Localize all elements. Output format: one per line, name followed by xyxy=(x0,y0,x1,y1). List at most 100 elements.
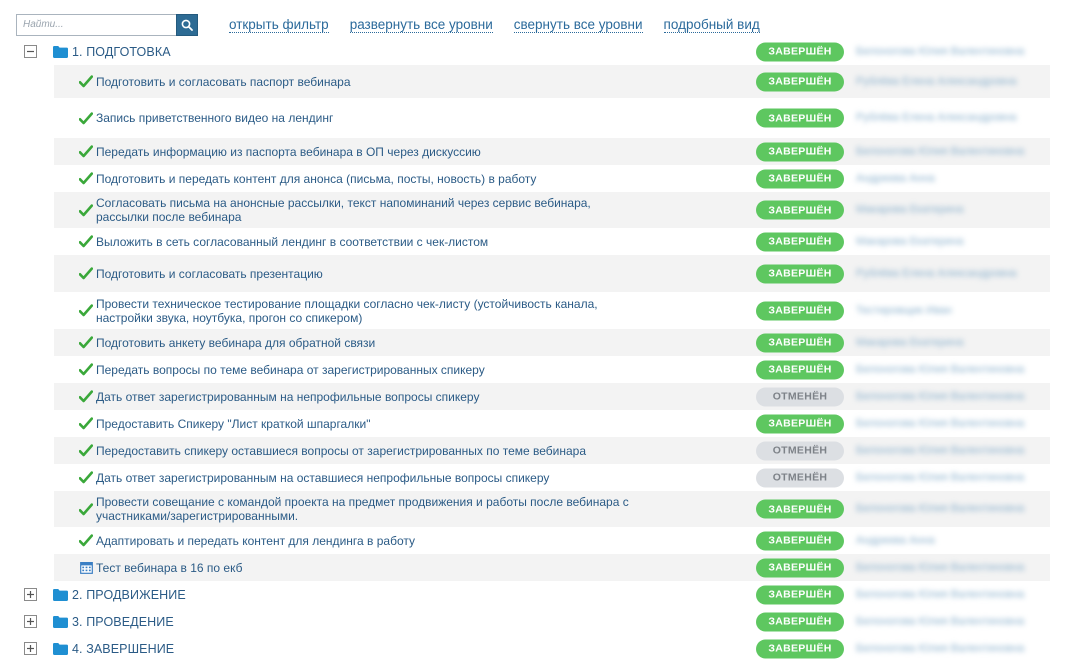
collapse-toggle-icon[interactable] xyxy=(24,45,37,58)
assignee-name: Макарова Екатерина xyxy=(856,203,964,216)
task-title[interactable]: Выложить в сеть согласованный лендинг в … xyxy=(96,235,636,249)
check-icon xyxy=(78,111,94,125)
task-title[interactable]: Дать ответ зарегистрированным на оставши… xyxy=(96,471,636,485)
folder-icon xyxy=(53,45,68,58)
task-title[interactable]: Передоставить спикеру оставшиеся вопросы… xyxy=(96,444,636,458)
detailed-view-link[interactable]: подробный вид xyxy=(663,17,760,33)
task-row[interactable]: Дать ответ зарегистрированным на оставши… xyxy=(54,464,1050,491)
task-title[interactable]: Подготовить и согласовать паспорт вебина… xyxy=(96,75,636,89)
task-row[interactable]: Подготовить и согласовать паспорт вебина… xyxy=(54,65,1050,98)
task-row[interactable]: Дать ответ зарегистрированным на непрофи… xyxy=(54,383,1050,410)
check-icon xyxy=(78,336,94,349)
collapse-all-link[interactable]: свернуть все уровни xyxy=(513,17,643,33)
task-title[interactable]: Провести техническое тестирование площад… xyxy=(96,297,636,325)
status-badge: ЗАВЕРШЁН xyxy=(756,72,844,91)
toolbar: открыть фильтр развернуть все уровни све… xyxy=(16,13,781,36)
folder-icon xyxy=(53,615,68,628)
assignee-name: Белоногова Юлия Валентиновна xyxy=(856,561,1025,573)
expand-all-link[interactable]: развернуть все уровни xyxy=(349,17,493,33)
assignee-name: Рублёва Елена Александровна xyxy=(856,75,1017,87)
group-row[interactable]: 1. ПОДГОТОВКА ЗАВЕРШЁН Белоногова Юлия Вал… xyxy=(18,38,1050,65)
check-icon xyxy=(78,235,94,248)
status-badge: ЗАВЕРШЁН xyxy=(756,301,844,320)
task-title[interactable]: Провести совещание с командой проекта на… xyxy=(96,495,636,523)
group-title[interactable]: 2. ПРОДВИЖЕНИЕ xyxy=(72,588,186,602)
status-badge: ЗАВЕРШЁН xyxy=(756,108,844,128)
status-badge: ОТМЕНЁН xyxy=(756,441,844,460)
task-title[interactable]: Подготовить и передать контент для анонс… xyxy=(96,172,636,186)
group-title[interactable]: 3. ПРОВЕДЕНИЕ xyxy=(72,615,174,629)
group-title[interactable]: 4. ЗАВЕРШЕНИЕ xyxy=(72,642,174,656)
status-badge: ЗАВЕРШЁН xyxy=(756,264,844,283)
task-row[interactable]: Согласовать письма на анонсные рассылки,… xyxy=(54,192,1050,228)
check-icon xyxy=(78,172,94,185)
open-filter-link[interactable]: открыть фильтр xyxy=(229,17,329,33)
task-title[interactable]: Подготовить и согласовать презентацию xyxy=(96,267,636,281)
task-title[interactable]: Дать ответ зарегистрированным на непрофи… xyxy=(96,390,636,404)
task-title[interactable]: Передать вопросы по теме вебинара от зар… xyxy=(96,363,636,377)
task-row[interactable]: Предоставить Спикеру "Лист краткой шпарг… xyxy=(54,410,1050,437)
status-badge: ЗАВЕРШЁН xyxy=(756,232,844,251)
status-badge: ЗАВЕРШЁН xyxy=(756,585,844,604)
task-title[interactable]: Адаптировать и передать контент для ленд… xyxy=(96,534,636,548)
status-badge: ЗАВЕРШЁН xyxy=(756,42,844,61)
assignee-name: Андреева Анна xyxy=(856,172,935,184)
assignee-name: Белоногова Юлия Валентиновна xyxy=(856,417,1025,429)
expand-toggle-icon[interactable] xyxy=(24,642,37,655)
check-icon xyxy=(78,471,94,484)
task-row[interactable]: Передоставить спикеру оставшиеся вопросы… xyxy=(54,437,1050,464)
status-badge: ЗАВЕРШЁН xyxy=(756,360,844,379)
task-title[interactable]: Передать информацию из паспорта вебинара… xyxy=(96,145,636,159)
status-badge: ЗАВЕРШЁН xyxy=(756,169,844,188)
status-badge: ОТМЕНЁН xyxy=(756,387,844,406)
group-row[interactable]: 2. ПРОДВИЖЕНИЕ ЗАВЕРШЁН Белоногова Юлия Ва… xyxy=(18,581,1050,608)
task-row[interactable]: Тест вебинара в 16 по екб ЗАВЕРШЁН Белоног… xyxy=(54,554,1050,581)
check-icon xyxy=(78,363,94,376)
task-row[interactable]: Подготовить и согласовать презентацию ЗАВ… xyxy=(54,255,1050,292)
calendar-icon xyxy=(78,561,94,574)
task-title[interactable]: Согласовать письма на анонсные рассылки,… xyxy=(96,196,636,224)
assignee-name: Белоногова Юлия Валентиновна xyxy=(856,390,1025,402)
assignee-name: Андреева Анна xyxy=(856,534,935,546)
task-row[interactable]: Провести техническое тестирование площад… xyxy=(54,292,1050,329)
task-row[interactable]: Провести совещание с командой проекта на… xyxy=(54,491,1050,527)
search-button[interactable] xyxy=(176,13,198,36)
status-badge: ЗАВЕРШЁН xyxy=(756,531,844,550)
task-row[interactable]: Передать вопросы по теме вебинара от зар… xyxy=(54,356,1050,383)
check-icon xyxy=(78,145,94,158)
search-input[interactable] xyxy=(16,13,176,36)
task-row[interactable]: Передать информацию из паспорта вебинара… xyxy=(54,138,1050,165)
assignee-name: Белоногова Юлия Валентиновна xyxy=(856,145,1025,157)
assignee-name: Макарова Екатерина xyxy=(856,235,964,247)
folder-icon xyxy=(53,588,68,601)
task-tree: 1. ПОДГОТОВКА ЗАВЕРШЁН Белоногова Юлия Вал… xyxy=(18,38,1050,662)
assignee-name: Белоногова Юлия Валентиновна xyxy=(856,444,1025,456)
assignee-name: Белоногова Юлия Валентиновна xyxy=(856,588,1025,600)
group-row[interactable]: 3. ПРОВЕДЕНИЕ ЗАВЕРШЁН Белоногова Юлия Вал… xyxy=(18,608,1050,635)
task-row[interactable]: Подготовить и передать контент для анонс… xyxy=(54,165,1050,192)
check-icon xyxy=(78,502,94,516)
status-badge: ЗАВЕРШЁН xyxy=(756,333,844,352)
check-icon xyxy=(78,267,94,280)
group-row[interactable]: 4. ЗАВЕРШЕНИЕ ЗАВЕРШЁН Белоногова Юлия Вал… xyxy=(18,635,1050,662)
task-row[interactable]: Адаптировать и передать контент для ленд… xyxy=(54,527,1050,554)
assignee-name: Белоногова Юлия Валентиновна xyxy=(856,363,1025,375)
task-row[interactable]: Выложить в сеть согласованный лендинг в … xyxy=(54,228,1050,255)
task-row[interactable]: Запись приветственного видео на лендинг З… xyxy=(54,98,1050,138)
status-badge: ОТМЕНЁН xyxy=(756,468,844,487)
check-icon xyxy=(78,390,94,403)
folder-icon xyxy=(53,642,68,655)
expand-toggle-icon[interactable] xyxy=(24,588,37,601)
expand-toggle-icon[interactable] xyxy=(24,615,37,628)
task-title[interactable]: Запись приветственного видео на лендинг xyxy=(96,111,636,125)
group-title[interactable]: 1. ПОДГОТОВКА xyxy=(72,45,171,59)
check-icon xyxy=(78,417,94,430)
assignee-name: Белоногова Юлия Валентиновна xyxy=(856,642,1025,654)
task-row[interactable]: Подготовить анкету вебинара для обратной… xyxy=(54,329,1050,356)
task-title[interactable]: Тест вебинара в 16 по екб xyxy=(96,561,636,575)
task-title[interactable]: Подготовить анкету вебинара для обратной… xyxy=(96,336,636,350)
task-title[interactable]: Предоставить Спикеру "Лист краткой шпарг… xyxy=(96,417,636,431)
toolbar-links: открыть фильтр развернуть все уровни све… xyxy=(229,17,781,33)
check-icon xyxy=(78,304,94,317)
check-icon xyxy=(78,444,94,457)
